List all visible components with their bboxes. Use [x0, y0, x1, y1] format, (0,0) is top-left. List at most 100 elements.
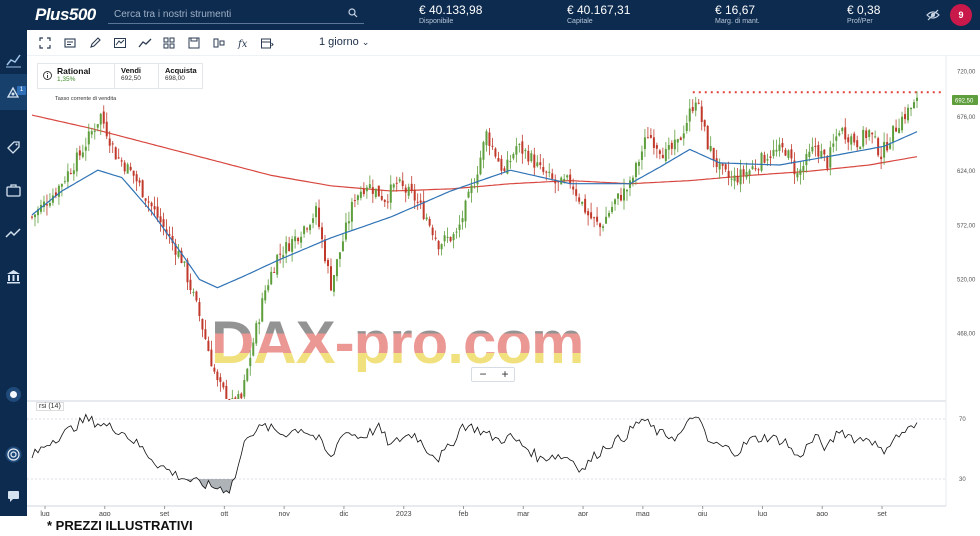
candle-body [799, 169, 802, 175]
candle-body [48, 203, 51, 206]
candle-body [652, 137, 655, 148]
candle-body [620, 194, 623, 201]
layout-button[interactable] [162, 36, 176, 50]
chat-icon [8, 491, 19, 502]
stat-label: Marg. di mant. [715, 18, 760, 25]
current-price-label: 692,50 [955, 99, 974, 105]
calendar-icon [261, 38, 274, 49]
candle-body [449, 237, 452, 242]
candle-body [431, 227, 434, 236]
candle-body [315, 206, 318, 218]
zoom-in-button[interactable]: + [494, 367, 516, 381]
time-tick-label: nov [278, 511, 290, 516]
candle-body [760, 152, 763, 171]
candle-body [566, 175, 569, 178]
candle-body [413, 189, 416, 201]
stat-label: Disponibile [419, 18, 454, 25]
candle-body [72, 170, 75, 175]
save-button[interactable] [187, 36, 201, 50]
candle-body [416, 201, 419, 203]
notifications-avatar[interactable]: 9 [950, 4, 972, 26]
candle-body [859, 146, 862, 150]
candle-body [380, 196, 383, 200]
candle-body [461, 218, 464, 223]
candle-body [285, 242, 288, 254]
instrument-info-box[interactable]: Rational 1,35% Vendi 692,50 Acquista 698… [37, 63, 203, 89]
draw-button[interactable] [88, 36, 102, 50]
timeframe-dropdown[interactable]: 1 giorno ⌄ [319, 36, 369, 48]
sell-price-cell[interactable]: Vendi 692,50 [121, 66, 141, 82]
price-tick-label: 720,00 [957, 69, 976, 75]
sidebar-orders-button[interactable] [3, 136, 24, 157]
buy-price-cell[interactable]: Acquista 698,00 [165, 66, 197, 82]
compare-button[interactable] [212, 36, 226, 50]
candle-body [204, 329, 207, 339]
candle-body [880, 156, 883, 160]
candle-body [321, 227, 324, 240]
candle-body [279, 253, 282, 255]
indicators-button[interactable] [138, 36, 152, 50]
sidebar-chat-button[interactable] [3, 485, 24, 506]
candle-body [371, 187, 374, 194]
candle-body [596, 216, 599, 222]
candle-body [581, 201, 584, 204]
price-chart[interactable]: 720,00 676,00 624,00 572,00 520,00 468,00 70 30… [27, 56, 980, 516]
stat-capitale: € 40.167,31 Capitale [567, 3, 630, 26]
sidebar-charts-button[interactable] [3, 50, 24, 71]
search-icon[interactable] [348, 8, 358, 18]
candle-body [482, 142, 485, 160]
candle-body [823, 149, 826, 155]
sidebar-trends-button[interactable] [3, 223, 24, 244]
fullscreen-button[interactable] [38, 36, 52, 50]
search-input[interactable] [108, 5, 338, 24]
instrument-info-button[interactable] [63, 36, 77, 50]
candle-body [198, 302, 201, 317]
candle-body [605, 216, 608, 224]
candle-body [667, 145, 670, 150]
time-tick-label: 2023 [396, 511, 412, 516]
search-box[interactable] [108, 4, 364, 24]
candle-body [868, 130, 871, 138]
positions-badge: 1 [17, 86, 26, 95]
candle-body [910, 107, 913, 110]
candle-body [78, 150, 81, 156]
candle-body [817, 145, 820, 157]
left-sidebar: 1 [0, 30, 27, 516]
date-picker-button[interactable] [260, 36, 274, 50]
candle-body [548, 171, 551, 174]
candle-body [479, 157, 482, 175]
candle-body [688, 108, 691, 122]
bank-icon [7, 270, 20, 284]
buy-price: 698,00 [165, 75, 185, 82]
candle-body [494, 148, 497, 157]
chart-type-button[interactable] [113, 36, 127, 50]
candle-body [569, 174, 572, 184]
zoom-out-button[interactable]: − [472, 367, 494, 381]
candle-body [407, 186, 410, 196]
stat-label: Capitale [567, 18, 593, 25]
hide-balance-eye-icon[interactable] [926, 8, 940, 22]
pencil-icon [90, 37, 101, 48]
sidebar-theme-button[interactable] [3, 384, 24, 405]
fast-moving-average-line [31, 131, 918, 289]
candle-body [853, 133, 856, 143]
info-icon[interactable] [43, 71, 52, 80]
candle-body [536, 162, 539, 167]
candle-body [228, 399, 231, 400]
time-tick-label: ago [99, 511, 111, 516]
candle-body [189, 279, 192, 291]
candle-body [294, 236, 297, 242]
brand-logo[interactable]: Plus500 [35, 5, 96, 25]
rsi-indicator-label[interactable]: rsi (14) [36, 402, 64, 411]
candle-body [754, 168, 757, 170]
candle-body [90, 131, 93, 135]
sidebar-portfolio-button[interactable] [3, 180, 24, 201]
candle-body [485, 131, 488, 146]
candle-body [530, 153, 533, 162]
function-button[interactable]: fx [236, 36, 250, 50]
candle-body [670, 142, 673, 149]
candle-body [895, 127, 898, 132]
sidebar-bank-button[interactable] [3, 266, 24, 287]
sidebar-target-button[interactable] [3, 444, 24, 465]
candle-body [643, 137, 646, 150]
